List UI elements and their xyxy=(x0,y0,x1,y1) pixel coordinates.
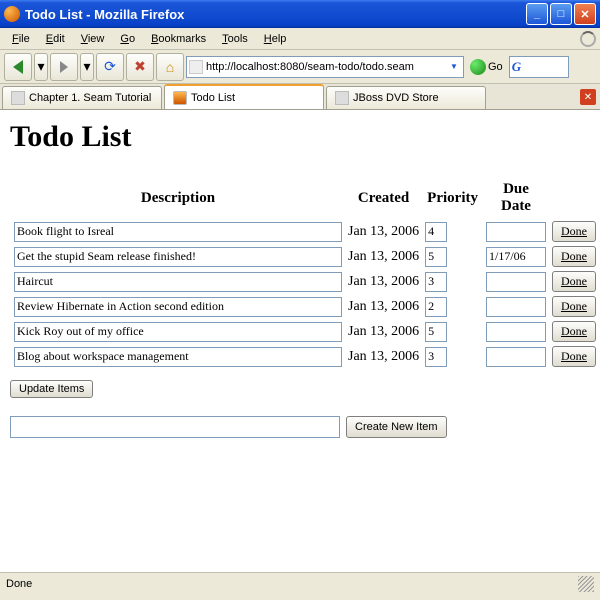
new-item-input[interactable] xyxy=(10,416,340,438)
reload-button[interactable]: ⟳ xyxy=(96,53,124,81)
forward-dropdown[interactable]: ▾ xyxy=(80,53,94,81)
table-row: Jan 13, 2006 Done xyxy=(12,245,598,268)
home-button[interactable]: ⌂ xyxy=(156,53,184,81)
created-date: Jan 13, 2006 xyxy=(346,220,421,243)
due-date-input[interactable] xyxy=(486,222,546,242)
description-input[interactable] xyxy=(14,222,342,242)
page-heading: Todo List xyxy=(10,120,590,154)
priority-input[interactable] xyxy=(425,222,447,242)
description-input[interactable] xyxy=(14,322,342,342)
priority-input[interactable] xyxy=(425,297,447,317)
due-date-input[interactable] xyxy=(486,347,546,367)
maximize-button[interactable]: □ xyxy=(550,3,572,25)
tab-todo-list[interactable]: Todo List xyxy=(164,84,324,109)
menu-tools[interactable]: Tools xyxy=(214,31,256,47)
due-date-input[interactable] xyxy=(486,322,546,342)
priority-input[interactable] xyxy=(425,247,447,267)
stop-button[interactable]: ✖ xyxy=(126,53,154,81)
status-text: Done xyxy=(6,578,32,590)
throbber-icon xyxy=(580,31,596,47)
done-button[interactable]: Done xyxy=(552,321,596,342)
tab-favicon xyxy=(335,91,349,105)
window-title: Todo List - Mozilla Firefox xyxy=(25,7,524,22)
due-date-input[interactable] xyxy=(486,297,546,317)
due-date-input[interactable] xyxy=(486,247,546,267)
minimize-button[interactable]: _ xyxy=(526,3,548,25)
done-button[interactable]: Done xyxy=(552,221,596,242)
tab-bar: Chapter 1. Seam Tutorial Todo List JBoss… xyxy=(0,84,600,110)
back-dropdown[interactable]: ▾ xyxy=(34,53,48,81)
go-button[interactable]: Go xyxy=(466,59,507,75)
address-bar[interactable]: ▼ xyxy=(186,56,464,78)
menu-edit[interactable]: Edit xyxy=(38,31,73,47)
url-dropdown[interactable]: ▼ xyxy=(447,62,461,71)
description-input[interactable] xyxy=(14,347,342,367)
site-favicon xyxy=(189,60,203,74)
tab-label: Todo List xyxy=(191,92,235,104)
tab-favicon xyxy=(173,91,187,105)
table-row: Jan 13, 2006 Done xyxy=(12,345,598,368)
forward-button[interactable] xyxy=(50,53,78,81)
done-button[interactable]: Done xyxy=(552,246,596,267)
create-new-item-button[interactable]: Create New Item xyxy=(346,416,447,438)
col-created: Created xyxy=(346,178,421,218)
created-date: Jan 13, 2006 xyxy=(346,270,421,293)
menu-help[interactable]: Help xyxy=(256,31,295,47)
done-button[interactable]: Done xyxy=(552,271,596,292)
created-date: Jan 13, 2006 xyxy=(346,245,421,268)
resize-grip-icon[interactable] xyxy=(578,576,594,592)
tab-label: JBoss DVD Store xyxy=(353,92,439,104)
update-items-button[interactable]: Update Items xyxy=(10,380,93,398)
tab-jboss-dvd[interactable]: JBoss DVD Store xyxy=(326,86,486,109)
search-bar[interactable]: G xyxy=(509,56,569,78)
navigation-toolbar: ▾ ▾ ⟳ ✖ ⌂ ▼ Go G xyxy=(0,50,600,84)
due-date-input[interactable] xyxy=(486,272,546,292)
created-date: Jan 13, 2006 xyxy=(346,345,421,368)
col-duedate: Due Date xyxy=(484,178,548,218)
firefox-icon xyxy=(4,6,20,22)
tab-favicon xyxy=(11,91,25,105)
table-row: Jan 13, 2006 Done xyxy=(12,295,598,318)
todo-table: Description Created Priority Due Date Ja… xyxy=(10,176,600,370)
back-button[interactable] xyxy=(4,53,32,81)
priority-input[interactable] xyxy=(425,347,447,367)
go-label: Go xyxy=(488,61,503,73)
google-icon: G xyxy=(512,59,521,75)
done-button[interactable]: Done xyxy=(552,346,596,367)
menu-file[interactable]: File xyxy=(4,31,38,47)
close-button[interactable]: ✕ xyxy=(574,3,596,25)
description-input[interactable] xyxy=(14,272,342,292)
url-input[interactable] xyxy=(206,61,447,73)
col-description: Description xyxy=(12,178,344,218)
created-date: Jan 13, 2006 xyxy=(346,320,421,343)
priority-input[interactable] xyxy=(425,322,447,342)
table-row: Jan 13, 2006 Done xyxy=(12,220,598,243)
done-button[interactable]: Done xyxy=(552,296,596,317)
description-input[interactable] xyxy=(14,247,342,267)
menu-bookmarks[interactable]: Bookmarks xyxy=(143,31,214,47)
tab-seam-tutorial[interactable]: Chapter 1. Seam Tutorial xyxy=(2,86,162,109)
created-date: Jan 13, 2006 xyxy=(346,295,421,318)
col-priority: Priority xyxy=(423,178,482,218)
status-bar: Done xyxy=(0,572,600,594)
priority-input[interactable] xyxy=(425,272,447,292)
menu-go[interactable]: Go xyxy=(112,31,143,47)
go-icon xyxy=(470,59,486,75)
table-row: Jan 13, 2006 Done xyxy=(12,270,598,293)
window-titlebar: Todo List - Mozilla Firefox _ □ ✕ xyxy=(0,0,600,28)
tab-label: Chapter 1. Seam Tutorial xyxy=(29,92,151,104)
table-row: Jan 13, 2006 Done xyxy=(12,320,598,343)
menu-bar: File Edit View Go Bookmarks Tools Help xyxy=(0,28,600,50)
description-input[interactable] xyxy=(14,297,342,317)
page-content: Todo List Description Created Priority D… xyxy=(0,110,600,572)
close-tab-button[interactable]: ✕ xyxy=(580,89,596,105)
menu-view[interactable]: View xyxy=(73,31,113,47)
